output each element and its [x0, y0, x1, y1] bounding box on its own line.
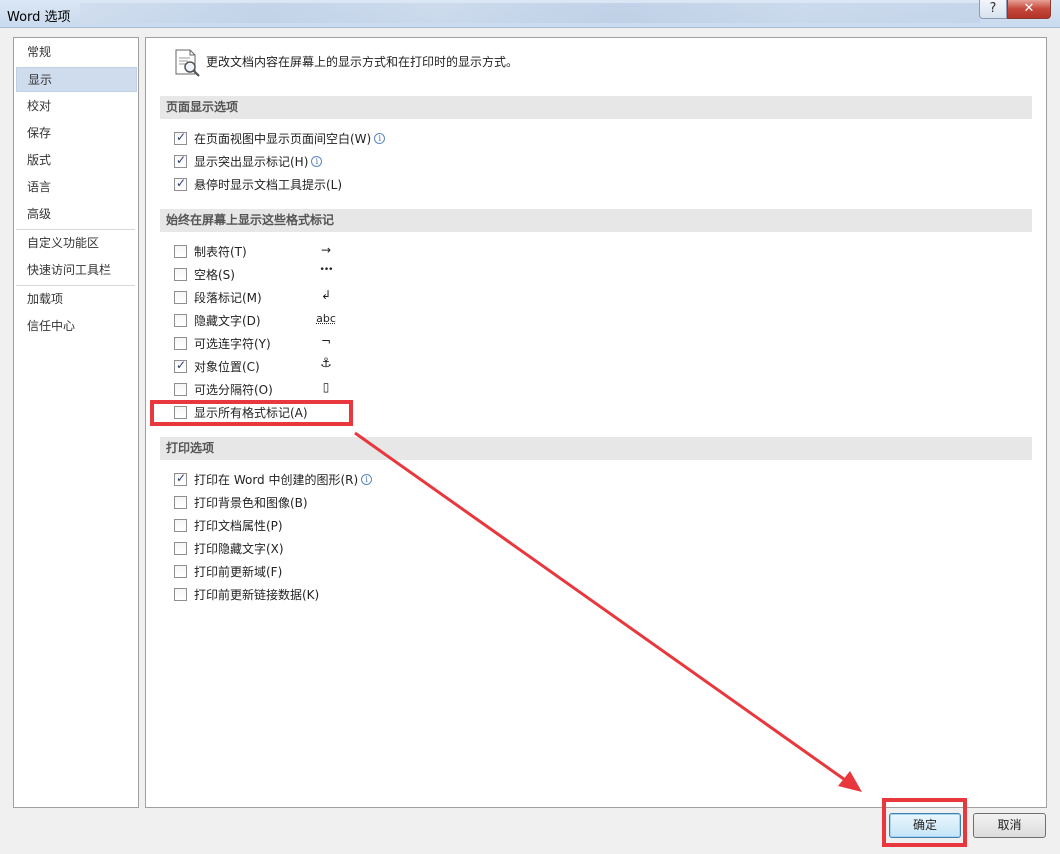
option-print-background[interactable]: 打印背景色和图像(B)	[174, 493, 308, 511]
cancel-button[interactable]: 取消	[973, 813, 1046, 838]
option-show-whitespace[interactable]: 在页面视图中显示页面间空白(W) i	[174, 129, 386, 147]
checkbox[interactable]	[174, 358, 187, 373]
option-label: 对象位置(C)	[194, 359, 260, 374]
checkbox[interactable]	[174, 153, 187, 168]
option-label: 打印隐藏文字(X)	[194, 541, 284, 556]
option-optional-hyphens[interactable]: 可选连字符(Y)	[174, 334, 271, 352]
option-update-fields[interactable]: 打印前更新域(F)	[174, 562, 282, 580]
option-optional-breaks[interactable]: 可选分隔符(O)	[174, 380, 273, 398]
option-label: 可选分隔符(O)	[194, 382, 273, 397]
intro-text: 更改文档内容在屏幕上的显示方式和在打印时的显示方式。	[206, 55, 519, 69]
section-format-marks: 始终在屏幕上显示这些格式标记	[160, 209, 1032, 232]
option-show-tooltips[interactable]: 悬停时显示文档工具提示(L)	[174, 175, 342, 193]
checkbox[interactable]	[174, 130, 187, 145]
info-icon: i	[311, 155, 323, 167]
option-paragraph-marks[interactable]: 段落标记(M)	[174, 288, 262, 306]
option-label: 打印前更新链接数据(K)	[194, 587, 320, 602]
checkbox[interactable]	[174, 564, 187, 578]
close-button[interactable]: ✕	[1007, 0, 1051, 19]
nav-item-save[interactable]: 保存	[16, 121, 137, 146]
nav-item-customize-ribbon[interactable]: 自定义功能区	[16, 231, 137, 256]
optional-hyphen-icon: ¬	[320, 334, 332, 348]
option-tab-characters[interactable]: 制表符(T)	[174, 242, 247, 260]
option-label: 段落标记(M)	[194, 290, 262, 305]
option-hidden-text[interactable]: 隐藏文字(D)	[174, 311, 261, 329]
option-label: 空格(S)	[194, 267, 235, 282]
checkbox[interactable]	[174, 587, 187, 601]
option-update-linked-data[interactable]: 打印前更新链接数据(K)	[174, 585, 319, 603]
option-label: 在页面视图中显示页面间空白(W)	[194, 131, 372, 146]
hidden-text-icon: abc	[316, 312, 336, 325]
info-icon: i	[374, 132, 386, 144]
anchor-icon: ⚓	[320, 356, 332, 371]
checkbox[interactable]	[174, 471, 187, 486]
nav-item-add-ins[interactable]: 加载项	[16, 287, 137, 312]
optional-break-icon: ▯	[322, 380, 330, 394]
option-label: 悬停时显示文档工具提示(L)	[194, 177, 343, 192]
paragraph-mark-icon: ↲	[320, 288, 332, 302]
options-nav: 常规 显示 校对 保存 版式 语言 高级 自定义功能区 快速访问工具栏 加载项 …	[13, 37, 139, 808]
space-dots-icon: •••	[319, 265, 334, 275]
section-page-display: 页面显示选项	[160, 96, 1032, 119]
nav-item-language[interactable]: 语言	[16, 175, 137, 200]
option-print-drawings[interactable]: 打印在 Word 中创建的图形(R) i	[174, 470, 373, 488]
checkbox[interactable]	[174, 518, 187, 532]
checkbox[interactable]	[174, 244, 187, 258]
nav-divider	[16, 285, 135, 286]
window-title: Word 选项	[7, 10, 71, 25]
highlight-box-ok-button	[882, 798, 967, 847]
checkbox[interactable]	[174, 382, 187, 396]
checkbox[interactable]	[174, 313, 187, 327]
option-label: 制表符(T)	[194, 244, 247, 259]
checkbox[interactable]	[174, 290, 187, 304]
option-label: 显示突出显示标记(H)	[194, 154, 309, 169]
highlight-box-show-all-marks	[150, 400, 353, 426]
nav-item-typography[interactable]: 版式	[16, 148, 137, 173]
document-magnifier-icon	[175, 49, 200, 77]
option-spaces[interactable]: 空格(S)	[174, 265, 235, 283]
option-object-anchors[interactable]: 对象位置(C)	[174, 357, 260, 375]
checkbox[interactable]	[174, 176, 187, 191]
option-print-properties[interactable]: 打印文档属性(P)	[174, 516, 283, 534]
nav-item-trust-center[interactable]: 信任中心	[16, 314, 137, 339]
option-label: 隐藏文字(D)	[194, 313, 261, 328]
option-label: 可选连字符(Y)	[194, 336, 271, 351]
option-label: 打印前更新域(F)	[194, 564, 283, 579]
section-print: 打印选项	[160, 437, 1032, 460]
nav-item-quick-access-toolbar[interactable]: 快速访问工具栏	[16, 258, 137, 283]
nav-divider	[16, 229, 135, 230]
info-icon: i	[361, 473, 373, 485]
nav-item-proofing[interactable]: 校对	[16, 94, 137, 119]
nav-item-general[interactable]: 常规	[16, 40, 137, 65]
option-print-hidden-text[interactable]: 打印隐藏文字(X)	[174, 539, 284, 557]
checkbox[interactable]	[174, 267, 187, 281]
option-label: 打印背景色和图像(B)	[194, 495, 308, 510]
tab-arrow-icon: →	[320, 243, 332, 257]
help-button[interactable]: ?	[979, 0, 1007, 19]
nav-item-display[interactable]: 显示	[16, 67, 137, 92]
checkbox[interactable]	[174, 336, 187, 350]
option-show-highlighter[interactable]: 显示突出显示标记(H) i	[174, 152, 323, 170]
blurred-toolbar-background	[80, 3, 980, 23]
title-bar: Word 选项 ? ✕	[0, 0, 1060, 28]
option-label: 打印文档属性(P)	[194, 518, 283, 533]
checkbox[interactable]	[174, 541, 187, 555]
nav-item-advanced[interactable]: 高级	[16, 202, 137, 227]
checkbox[interactable]	[174, 495, 187, 509]
option-label: 打印在 Word 中创建的图形(R)	[194, 472, 359, 487]
